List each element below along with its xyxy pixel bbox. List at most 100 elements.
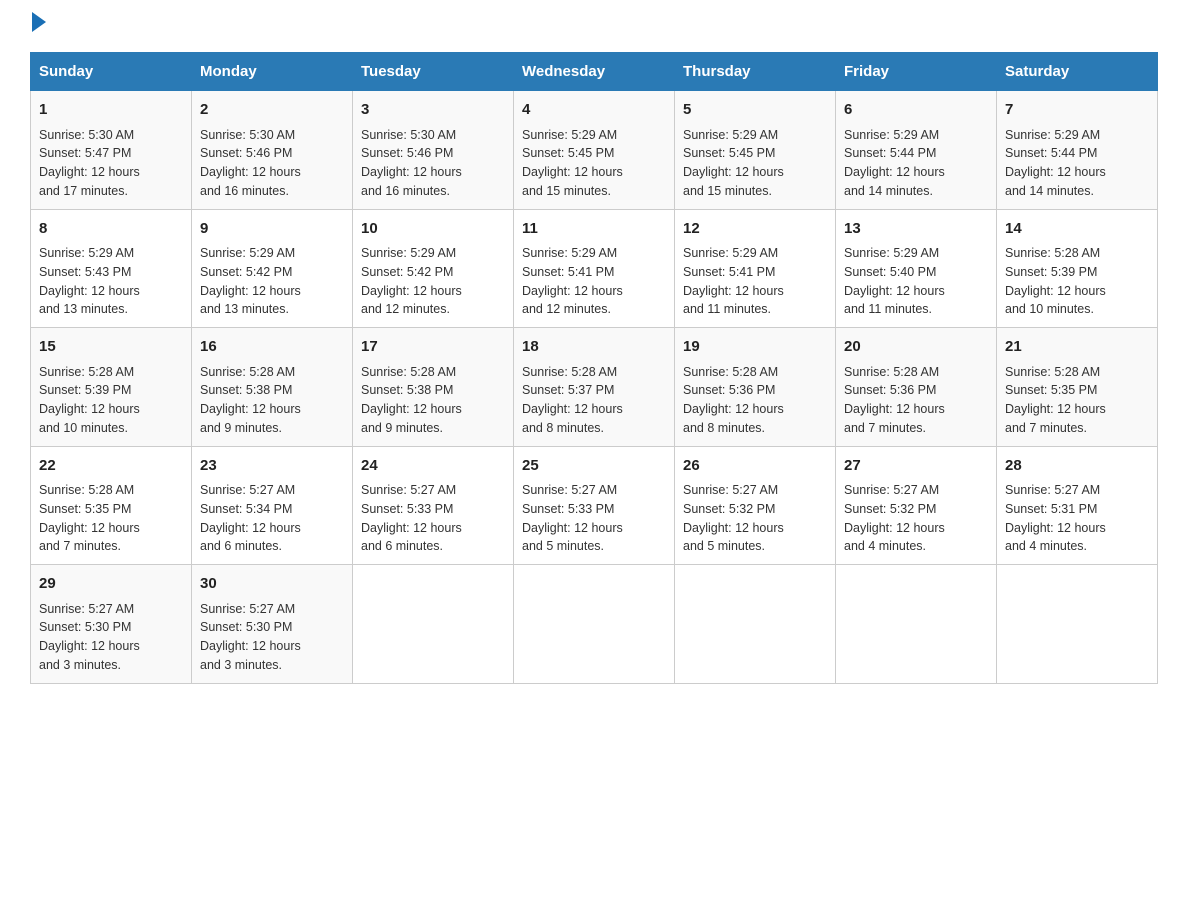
week-row-1: 1 Sunrise: 5:30 AMSunset: 5:47 PMDayligh… [31,91,1158,210]
day-info: Sunrise: 5:27 AMSunset: 5:34 PMDaylight:… [200,483,301,553]
header-thursday: Thursday [675,53,836,91]
calendar-cell [997,565,1158,684]
calendar-cell: 27 Sunrise: 5:27 AMSunset: 5:32 PMDaylig… [836,446,997,565]
day-number: 5 [683,99,827,122]
header-friday: Friday [836,53,997,91]
day-info: Sunrise: 5:27 AMSunset: 5:32 PMDaylight:… [683,483,784,553]
day-info: Sunrise: 5:28 AMSunset: 5:35 PMDaylight:… [1005,365,1106,435]
day-number: 9 [200,218,344,241]
calendar-cell: 7 Sunrise: 5:29 AMSunset: 5:44 PMDayligh… [997,91,1158,210]
header-monday: Monday [192,53,353,91]
page-header [30,20,1158,32]
calendar-cell: 25 Sunrise: 5:27 AMSunset: 5:33 PMDaylig… [514,446,675,565]
day-number: 8 [39,218,183,241]
calendar-cell: 26 Sunrise: 5:27 AMSunset: 5:32 PMDaylig… [675,446,836,565]
header-saturday: Saturday [997,53,1158,91]
day-number: 2 [200,99,344,122]
day-number: 11 [522,218,666,241]
calendar-cell: 21 Sunrise: 5:28 AMSunset: 5:35 PMDaylig… [997,328,1158,447]
week-row-3: 15 Sunrise: 5:28 AMSunset: 5:39 PMDaylig… [31,328,1158,447]
day-info: Sunrise: 5:27 AMSunset: 5:33 PMDaylight:… [522,483,623,553]
calendar-cell: 18 Sunrise: 5:28 AMSunset: 5:37 PMDaylig… [514,328,675,447]
day-number: 21 [1005,336,1149,359]
day-info: Sunrise: 5:29 AMSunset: 5:41 PMDaylight:… [522,246,623,316]
calendar-cell: 28 Sunrise: 5:27 AMSunset: 5:31 PMDaylig… [997,446,1158,565]
calendar-cell: 6 Sunrise: 5:29 AMSunset: 5:44 PMDayligh… [836,91,997,210]
day-info: Sunrise: 5:28 AMSunset: 5:39 PMDaylight:… [1005,246,1106,316]
calendar-cell [836,565,997,684]
calendar-cell: 30 Sunrise: 5:27 AMSunset: 5:30 PMDaylig… [192,565,353,684]
calendar-cell: 1 Sunrise: 5:30 AMSunset: 5:47 PMDayligh… [31,91,192,210]
day-info: Sunrise: 5:28 AMSunset: 5:36 PMDaylight:… [844,365,945,435]
day-number: 17 [361,336,505,359]
day-number: 30 [200,573,344,596]
calendar-cell: 9 Sunrise: 5:29 AMSunset: 5:42 PMDayligh… [192,209,353,328]
calendar-cell: 24 Sunrise: 5:27 AMSunset: 5:33 PMDaylig… [353,446,514,565]
day-number: 28 [1005,455,1149,478]
day-info: Sunrise: 5:28 AMSunset: 5:37 PMDaylight:… [522,365,623,435]
day-number: 24 [361,455,505,478]
calendar-cell [514,565,675,684]
day-info: Sunrise: 5:29 AMSunset: 5:42 PMDaylight:… [200,246,301,316]
day-number: 22 [39,455,183,478]
week-row-2: 8 Sunrise: 5:29 AMSunset: 5:43 PMDayligh… [31,209,1158,328]
header-sunday: Sunday [31,53,192,91]
day-number: 10 [361,218,505,241]
calendar-cell [353,565,514,684]
week-row-4: 22 Sunrise: 5:28 AMSunset: 5:35 PMDaylig… [31,446,1158,565]
calendar-cell: 23 Sunrise: 5:27 AMSunset: 5:34 PMDaylig… [192,446,353,565]
calendar-cell: 19 Sunrise: 5:28 AMSunset: 5:36 PMDaylig… [675,328,836,447]
day-number: 6 [844,99,988,122]
day-number: 4 [522,99,666,122]
day-number: 14 [1005,218,1149,241]
day-info: Sunrise: 5:29 AMSunset: 5:41 PMDaylight:… [683,246,784,316]
day-info: Sunrise: 5:29 AMSunset: 5:44 PMDaylight:… [1005,128,1106,198]
calendar-cell: 8 Sunrise: 5:29 AMSunset: 5:43 PMDayligh… [31,209,192,328]
day-info: Sunrise: 5:29 AMSunset: 5:42 PMDaylight:… [361,246,462,316]
calendar-cell: 3 Sunrise: 5:30 AMSunset: 5:46 PMDayligh… [353,91,514,210]
calendar-cell: 10 Sunrise: 5:29 AMSunset: 5:42 PMDaylig… [353,209,514,328]
calendar-cell: 15 Sunrise: 5:28 AMSunset: 5:39 PMDaylig… [31,328,192,447]
calendar-cell: 2 Sunrise: 5:30 AMSunset: 5:46 PMDayligh… [192,91,353,210]
day-number: 1 [39,99,183,122]
calendar-header-row: SundayMondayTuesdayWednesdayThursdayFrid… [31,53,1158,91]
day-info: Sunrise: 5:29 AMSunset: 5:45 PMDaylight:… [683,128,784,198]
day-info: Sunrise: 5:27 AMSunset: 5:30 PMDaylight:… [39,602,140,672]
header-wednesday: Wednesday [514,53,675,91]
day-number: 25 [522,455,666,478]
day-info: Sunrise: 5:28 AMSunset: 5:38 PMDaylight:… [200,365,301,435]
day-info: Sunrise: 5:27 AMSunset: 5:31 PMDaylight:… [1005,483,1106,553]
day-number: 13 [844,218,988,241]
calendar-cell [675,565,836,684]
logo [30,20,46,32]
calendar-cell: 11 Sunrise: 5:29 AMSunset: 5:41 PMDaylig… [514,209,675,328]
calendar-cell: 5 Sunrise: 5:29 AMSunset: 5:45 PMDayligh… [675,91,836,210]
day-info: Sunrise: 5:27 AMSunset: 5:32 PMDaylight:… [844,483,945,553]
week-row-5: 29 Sunrise: 5:27 AMSunset: 5:30 PMDaylig… [31,565,1158,684]
day-number: 15 [39,336,183,359]
day-number: 16 [200,336,344,359]
calendar-cell: 14 Sunrise: 5:28 AMSunset: 5:39 PMDaylig… [997,209,1158,328]
calendar-cell: 17 Sunrise: 5:28 AMSunset: 5:38 PMDaylig… [353,328,514,447]
day-info: Sunrise: 5:27 AMSunset: 5:30 PMDaylight:… [200,602,301,672]
logo-arrow-icon [32,12,46,32]
header-tuesday: Tuesday [353,53,514,91]
calendar-cell: 4 Sunrise: 5:29 AMSunset: 5:45 PMDayligh… [514,91,675,210]
day-info: Sunrise: 5:30 AMSunset: 5:47 PMDaylight:… [39,128,140,198]
day-number: 27 [844,455,988,478]
day-number: 12 [683,218,827,241]
day-info: Sunrise: 5:27 AMSunset: 5:33 PMDaylight:… [361,483,462,553]
calendar-cell: 20 Sunrise: 5:28 AMSunset: 5:36 PMDaylig… [836,328,997,447]
calendar-cell: 12 Sunrise: 5:29 AMSunset: 5:41 PMDaylig… [675,209,836,328]
day-info: Sunrise: 5:29 AMSunset: 5:43 PMDaylight:… [39,246,140,316]
day-number: 3 [361,99,505,122]
calendar-cell: 13 Sunrise: 5:29 AMSunset: 5:40 PMDaylig… [836,209,997,328]
calendar-cell: 22 Sunrise: 5:28 AMSunset: 5:35 PMDaylig… [31,446,192,565]
calendar-cell: 29 Sunrise: 5:27 AMSunset: 5:30 PMDaylig… [31,565,192,684]
day-number: 20 [844,336,988,359]
day-number: 18 [522,336,666,359]
calendar-cell: 16 Sunrise: 5:28 AMSunset: 5:38 PMDaylig… [192,328,353,447]
day-info: Sunrise: 5:28 AMSunset: 5:38 PMDaylight:… [361,365,462,435]
day-number: 7 [1005,99,1149,122]
day-number: 29 [39,573,183,596]
